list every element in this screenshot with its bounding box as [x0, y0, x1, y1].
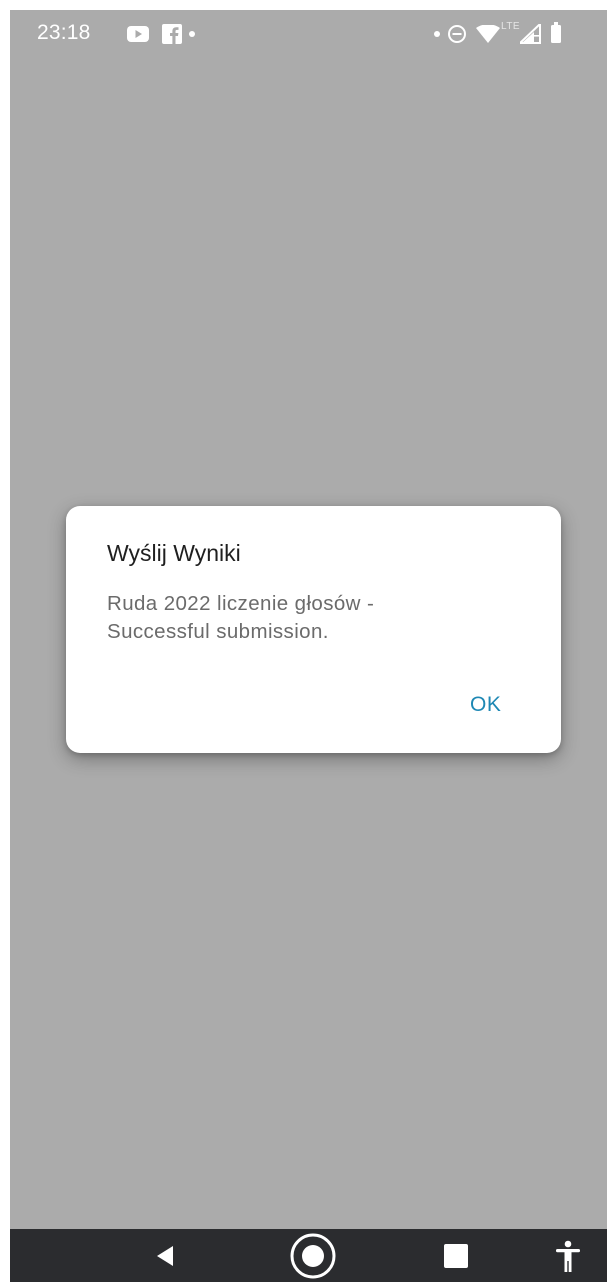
status-bar: 23:18 LTE — [10, 10, 607, 56]
do-not-disturb-icon — [448, 25, 466, 43]
home-icon — [290, 1233, 336, 1279]
signal-icon — [520, 24, 541, 44]
home-button[interactable] — [289, 1232, 337, 1280]
notification-dot-icon — [434, 31, 440, 37]
accessibility-icon — [556, 1240, 580, 1272]
battery-icon — [551, 22, 561, 43]
recents-button[interactable] — [436, 1236, 476, 1276]
network-type-label: LTE — [501, 21, 521, 32]
back-icon — [157, 1246, 173, 1266]
navigation-bar — [10, 1229, 607, 1282]
dialog-title: Wyślij Wyniki — [107, 540, 241, 566]
dialog-message: Ruda 2022 liczenie głosów - Successful s… — [107, 592, 375, 643]
alert-dialog: Wyślij Wyniki Ruda 2022 liczenie głosów … — [66, 506, 561, 753]
status-time: 23:18 — [37, 21, 91, 44]
app-screen: 23:18 LTE Wyślij Wyniki Ruda 2022 liczen… — [10, 10, 607, 1282]
back-button[interactable] — [145, 1236, 185, 1276]
wifi-icon — [476, 25, 500, 43]
recents-icon — [444, 1244, 468, 1268]
notification-dot-icon — [189, 31, 195, 37]
facebook-icon — [162, 24, 182, 44]
accessibility-button[interactable] — [548, 1236, 588, 1276]
ok-button[interactable]: OK — [462, 689, 509, 721]
youtube-icon — [127, 26, 149, 42]
